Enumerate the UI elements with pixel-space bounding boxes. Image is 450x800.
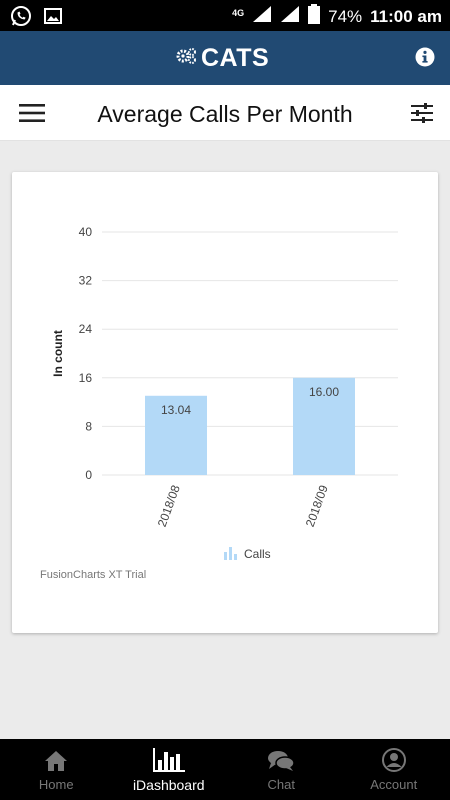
status-bar: 4G 74% 11:00 am xyxy=(0,0,450,31)
bar-value-label: 13.04 xyxy=(161,403,191,417)
account-icon xyxy=(381,748,406,772)
nav-idashboard[interactable]: iDashboard xyxy=(113,739,226,800)
bar-value-label: 16.00 xyxy=(309,385,339,399)
home-icon xyxy=(44,748,68,772)
page-title: Average Calls Per Month xyxy=(97,101,353,127)
nav-chat[interactable]: Chat xyxy=(225,739,338,800)
x-tick-label: 2018/09 xyxy=(303,483,331,529)
signal-icon xyxy=(252,5,272,28)
chart-card: 0 8 16 24 32 40 13.04 2018/08 16.00 2018/09 In co… xyxy=(12,172,438,633)
battery-icon xyxy=(308,4,321,29)
clock: 11:00 am xyxy=(370,6,442,26)
battery-percent: 74% xyxy=(328,6,363,26)
gears-icon xyxy=(176,47,198,70)
legend-label: Calls xyxy=(244,547,271,561)
whatsapp-icon xyxy=(10,5,32,32)
chart-watermark: FusionCharts XT Trial xyxy=(40,569,147,581)
bar-chart: 0 8 16 24 32 40 13.04 2018/08 16.00 2018/09 In co… xyxy=(51,225,398,561)
x-tick-label: 2018/08 xyxy=(155,483,183,529)
nav-account-label: Account xyxy=(370,777,418,792)
y-tick-label: 24 xyxy=(79,322,93,336)
y-tick-label: 40 xyxy=(79,225,93,239)
app-bar: CATS xyxy=(0,31,450,85)
y-tick-label: 8 xyxy=(85,419,92,433)
y-tick-label: 32 xyxy=(79,274,93,288)
filter-icon[interactable] xyxy=(411,102,433,124)
info-icon[interactable] xyxy=(415,47,435,67)
nav-account[interactable]: Account xyxy=(338,739,450,800)
network-type: 4G xyxy=(232,7,245,18)
title-bar: Average Calls Per Month xyxy=(0,85,450,141)
nav-home-label: Home xyxy=(38,777,74,792)
gallery-icon xyxy=(44,8,62,29)
legend-bar-icon xyxy=(224,547,237,560)
legend[interactable]: Calls xyxy=(224,547,271,561)
y-tick-label: 16 xyxy=(79,371,93,385)
nav-chat-label: Chat xyxy=(267,777,295,792)
dashboard-icon xyxy=(152,748,185,772)
nav-home[interactable]: Home xyxy=(0,739,113,800)
logo-text: CATS xyxy=(201,44,270,72)
nav-idashboard-label: iDashboard xyxy=(132,777,205,793)
chat-icon xyxy=(268,748,295,772)
app-logo: CATS xyxy=(176,46,269,71)
y-tick-label: 0 xyxy=(85,468,92,482)
y-axis-title: In count xyxy=(51,330,65,377)
bottom-nav: Home iDashboard Chat Account xyxy=(0,739,450,800)
signal-icon-2 xyxy=(280,5,300,28)
